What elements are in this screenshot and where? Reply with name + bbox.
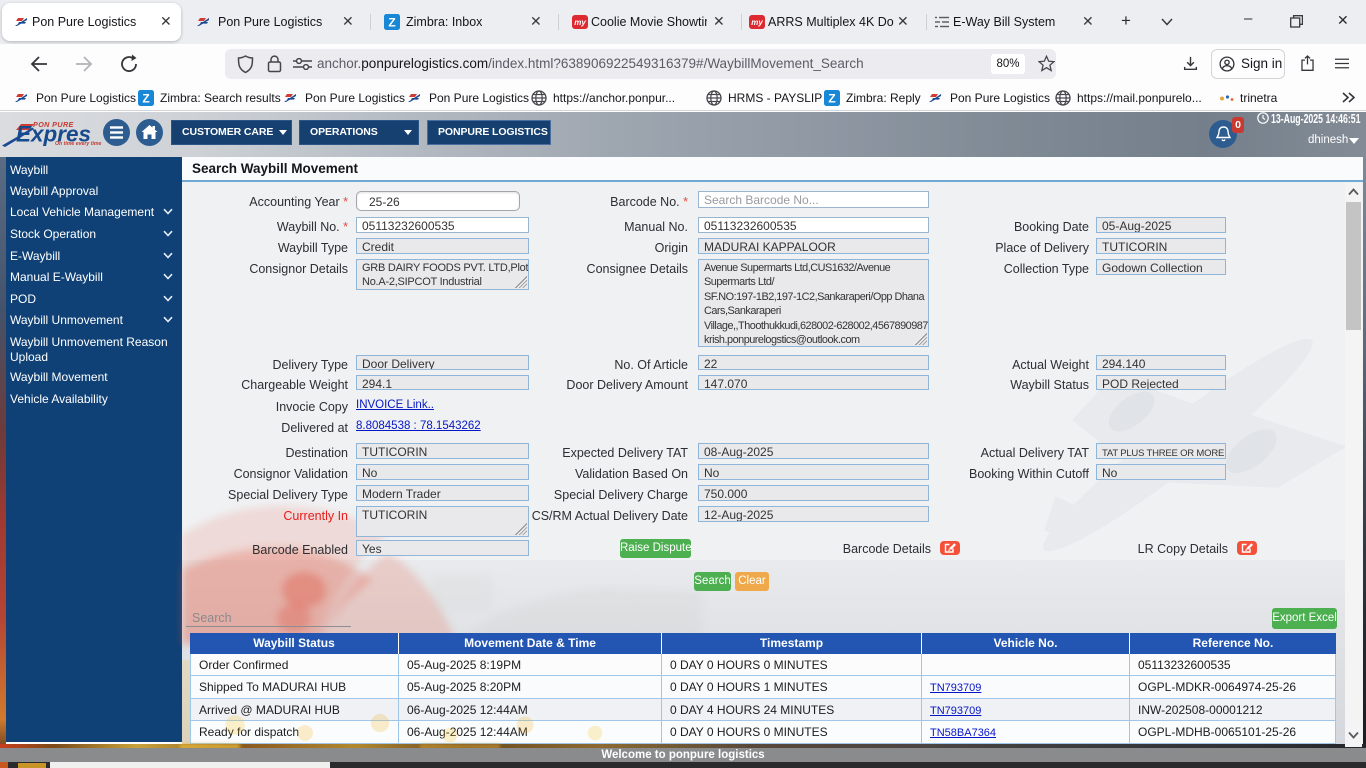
svg-text:Z: Z	[828, 92, 835, 106]
svg-text:Z: Z	[388, 16, 395, 30]
svg-text:On time every time: On time every time	[55, 141, 102, 147]
svg-text:my: my	[574, 18, 586, 27]
svg-text:my: my	[751, 18, 763, 27]
svg-text:Z: Z	[142, 92, 149, 106]
